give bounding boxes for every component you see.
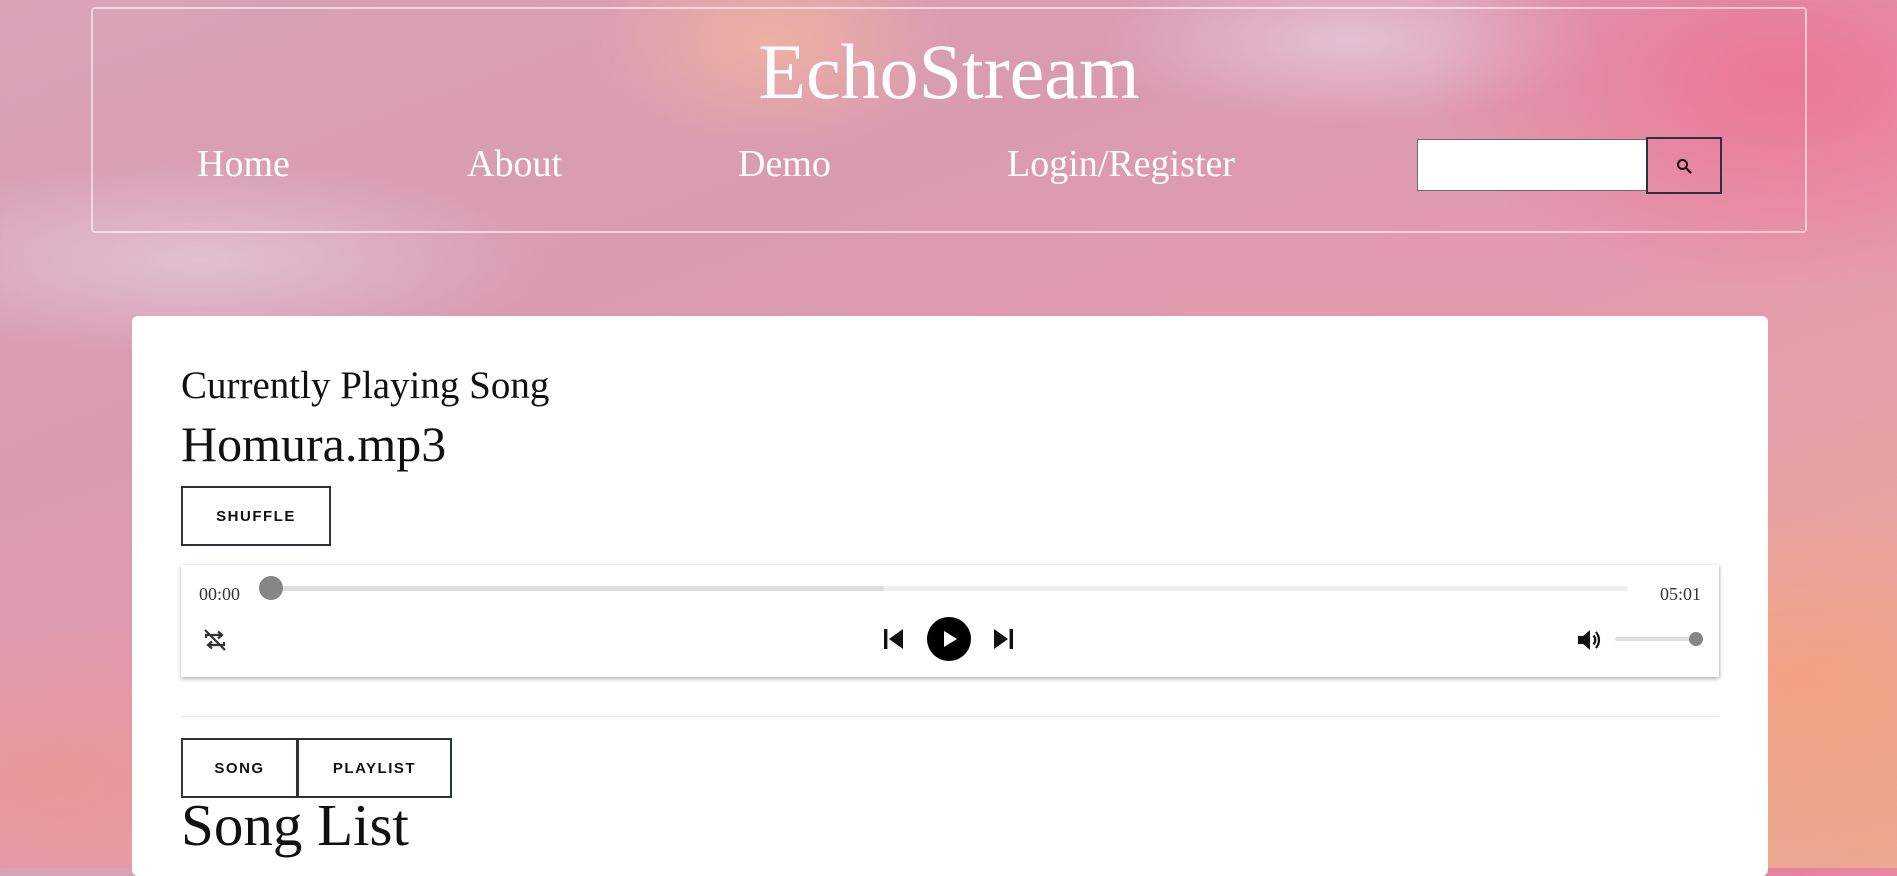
nav-about[interactable]: About [467,145,562,183]
search-input[interactable] [1417,139,1647,191]
shuffle-button[interactable]: SHUFFLE [181,486,331,546]
tab-playlist[interactable]: PLAYLIST [297,738,452,798]
skip-previous-icon [881,626,907,652]
currently-playing-heading: Currently Playing Song [181,364,550,407]
search-button[interactable] [1646,137,1722,194]
volume-icon [1575,626,1603,654]
repeat-off-icon [201,626,229,654]
site-header: EchoStream Home About Demo Login/Registe… [91,7,1807,233]
nav-login-register[interactable]: Login/Register [1007,145,1235,183]
volume-button[interactable] [1572,623,1606,657]
section-divider [181,716,1719,717]
audio-player: 00:00 05:01 [181,565,1719,677]
tab-song[interactable]: SONG [181,738,298,798]
song-list-heading: Song List [181,792,409,858]
search-icon [1676,158,1692,174]
current-song-title: Homura.mp3 [181,416,447,472]
nav-home[interactable]: Home [197,145,290,183]
play-button[interactable] [927,617,971,661]
current-time: 00:00 [199,584,241,604]
site-brand: EchoStream [758,28,1140,115]
player-card: Currently Playing Song Homura.mp3 SHUFFL… [132,316,1768,876]
nav-demo[interactable]: Demo [738,145,831,183]
play-icon [939,629,959,649]
next-button[interactable] [985,621,1021,657]
progress-thumb[interactable] [259,576,283,600]
progress-buffered [276,586,885,591]
repeat-button[interactable] [198,623,232,657]
previous-button[interactable] [876,621,912,657]
progress-bar[interactable] [276,586,1628,591]
duration-time: 05:01 [1659,584,1701,604]
skip-next-icon [990,626,1016,652]
volume-thumb[interactable] [1689,632,1703,646]
